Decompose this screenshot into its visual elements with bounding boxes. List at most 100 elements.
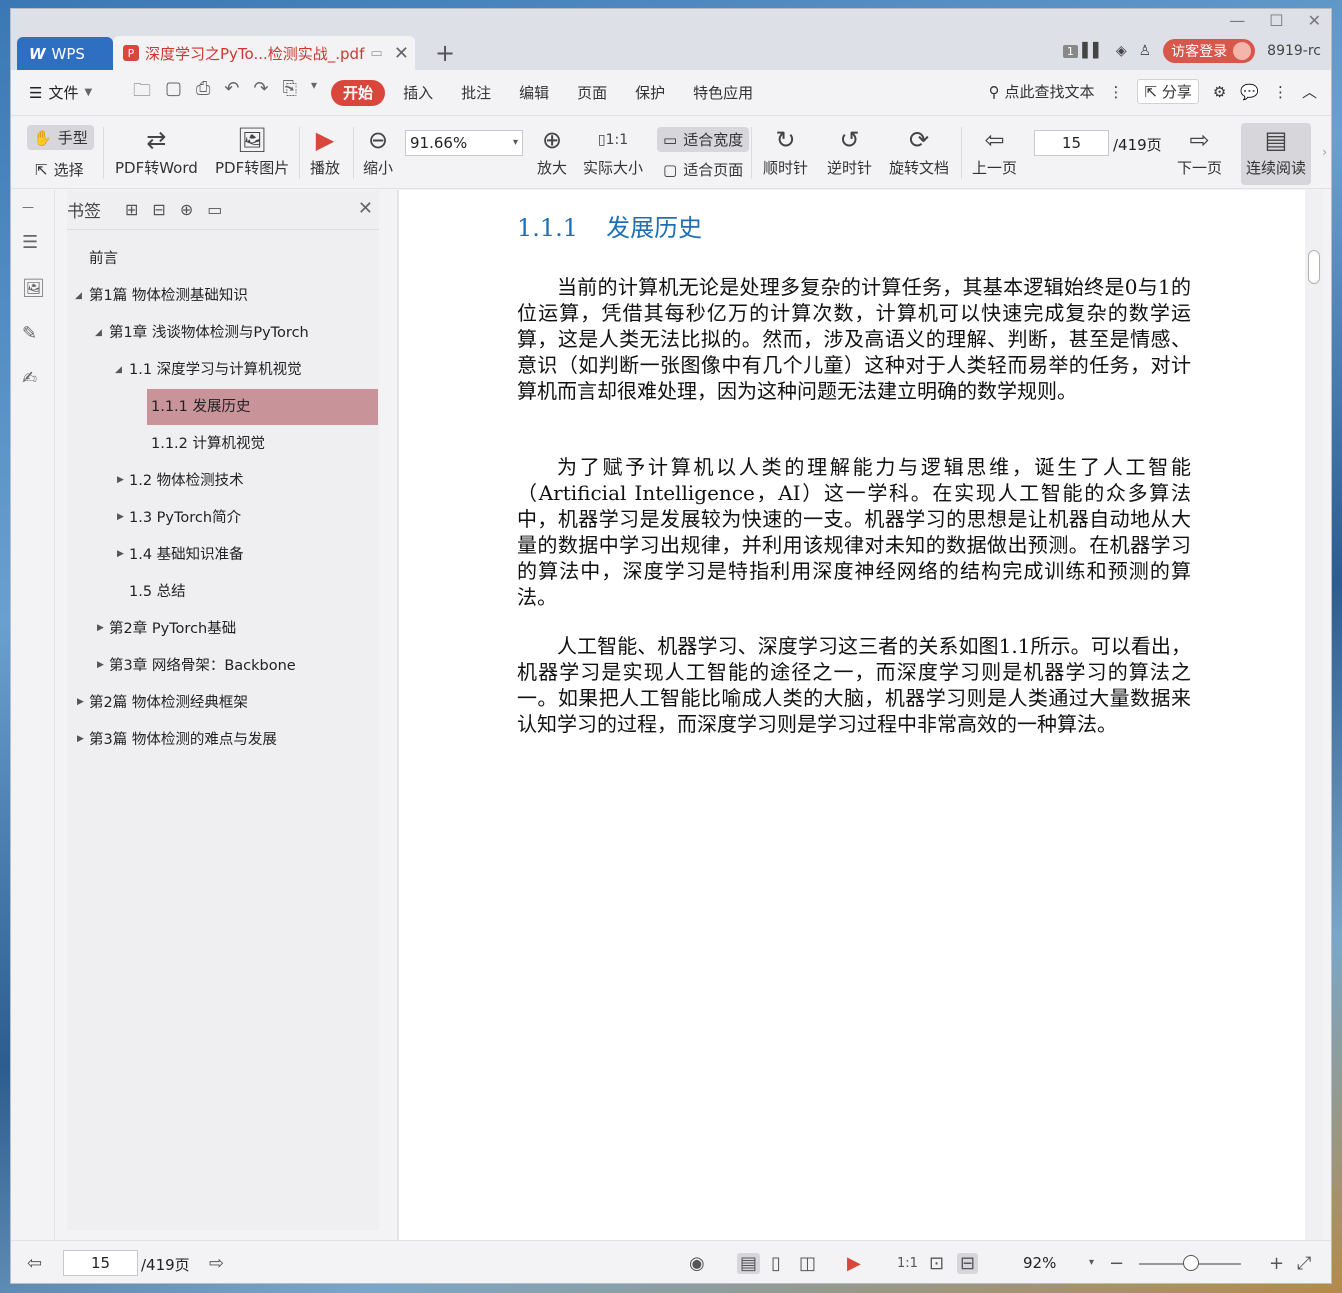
- open-folder-icon[interactable]: 🗀: [133, 78, 151, 108]
- actual-size-icon[interactable]: 1:1: [897, 1256, 918, 1271]
- select-tool-button[interactable]: ⇱ 选择: [35, 159, 84, 180]
- bookmark-item[interactable]: 第2章 PyTorch基础: [109, 611, 236, 647]
- toolbar-scroll-right-icon[interactable]: ›: [1322, 145, 1327, 159]
- status-page-input[interactable]: 15: [63, 1250, 138, 1276]
- redo-icon[interactable]: ↷: [254, 78, 269, 108]
- pdf-to-image-button[interactable]: 🖼 PDF转图片: [215, 123, 289, 178]
- more-chevron-icon[interactable]: ▾: [311, 78, 317, 108]
- collapsed-arrow-icon[interactable]: ▶: [117, 512, 124, 522]
- rotate-clockwise-button[interactable]: ↻ 顺时针: [763, 123, 808, 178]
- collapse-all-icon[interactable]: ⊟: [152, 200, 165, 219]
- bookmark-item[interactable]: 第3章 网络骨架：Backbone: [109, 648, 296, 684]
- bookmark-item[interactable]: 第1篇 物体检测基础知识: [89, 278, 248, 314]
- comment-icon[interactable]: 💬: [1240, 83, 1259, 101]
- bookmark-item[interactable]: 第3篇 物体检测的难点与发展: [89, 722, 277, 758]
- fit-page-button[interactable]: ▢ 适合页面: [663, 159, 743, 180]
- next-page-button[interactable]: ⇨ 下一页: [1177, 123, 1222, 178]
- collapse-ribbon-icon[interactable]: ︿: [1302, 81, 1317, 102]
- fit-page-icon[interactable]: ⊡: [929, 1253, 944, 1274]
- export-icon[interactable]: ⎘: [283, 78, 297, 108]
- expanded-arrow-icon[interactable]: ◢: [95, 328, 102, 338]
- fit-width-button[interactable]: ▭ 适合宽度: [657, 127, 750, 152]
- document-viewport[interactable]: 1.1.1 发展历史 当前的计算机无论是处理多复杂的计算任务，其基本逻辑始终是0与…: [397, 190, 1307, 1240]
- zoom-slider-thumb[interactable]: [1183, 1255, 1199, 1271]
- more-options-icon[interactable]: ⋮: [1273, 83, 1288, 101]
- bookmark-item[interactable]: 1.2 物体检测技术: [129, 463, 244, 499]
- more-vertical-icon[interactable]: ⋮: [1108, 83, 1123, 101]
- undo-icon[interactable]: ↶: [224, 78, 239, 108]
- close-tab-icon[interactable]: ✕: [394, 43, 409, 64]
- bookmark-item[interactable]: 1.4 基础知识准备: [129, 537, 244, 573]
- expand-all-icon[interactable]: ⊞: [125, 200, 138, 219]
- tab-protect[interactable]: 保护: [621, 80, 679, 106]
- new-tab-icon[interactable]: +: [435, 39, 455, 67]
- bookmark-item[interactable]: 1.3 PyTorch简介: [129, 500, 241, 536]
- tab-edit[interactable]: 编辑: [505, 80, 563, 106]
- shirt-icon[interactable]: ♙: [1139, 43, 1152, 59]
- bookmark-item[interactable]: 第1章 浅谈物体检测与PyTorch: [109, 315, 309, 351]
- login-button[interactable]: 访客登录: [1163, 39, 1256, 63]
- tab-document[interactable]: P 深度学习之PyTo...检测实战_.pdf ▭ ✕: [113, 36, 415, 70]
- rotate-counterclockwise-button[interactable]: ↺ 逆时针: [827, 123, 872, 178]
- bookmark-item[interactable]: 1.1.2 计算机视觉: [151, 426, 265, 462]
- share-button[interactable]: ⇱ 分享: [1137, 79, 1199, 104]
- bookmark-item[interactable]: 前言: [89, 241, 118, 277]
- collapsed-arrow-icon[interactable]: ▶: [117, 549, 124, 559]
- bookmark-settings-icon[interactable]: ▭: [207, 200, 222, 219]
- search-button[interactable]: ⚲ 点此查找文本: [989, 81, 1095, 102]
- collapsed-arrow-icon[interactable]: ▶: [77, 697, 84, 707]
- zoom-in-icon[interactable]: +: [1269, 1253, 1284, 1274]
- file-menu[interactable]: ☰ 文件 ▼: [11, 82, 127, 103]
- settings-gear-icon[interactable]: ⚙: [1213, 83, 1226, 101]
- collapsed-arrow-icon[interactable]: ▶: [117, 475, 124, 485]
- tab-page[interactable]: 页面: [563, 80, 621, 106]
- tab-annotate[interactable]: 批注: [447, 80, 505, 106]
- tab-start[interactable]: 开始: [331, 79, 386, 106]
- play-icon[interactable]: ▶: [847, 1253, 861, 1274]
- tab-features[interactable]: 特色应用: [679, 80, 767, 106]
- bookmark-item[interactable]: 1.1 深度学习与计算机视觉: [129, 352, 302, 388]
- bookmark-list-icon[interactable]: ☰: [22, 232, 42, 253]
- close-panel-icon[interactable]: ✕: [358, 198, 373, 219]
- zoom-dropdown-icon[interactable]: ▾: [1089, 1257, 1094, 1268]
- zoom-out-button[interactable]: ⊖ 缩小: [363, 123, 393, 178]
- save-icon[interactable]: ▢: [165, 78, 182, 108]
- signature-icon[interactable]: ✍: [22, 368, 42, 389]
- single-page-icon[interactable]: ▯: [771, 1253, 781, 1274]
- skin-icon[interactable]: ◈: [1116, 43, 1127, 59]
- continuous-view-icon[interactable]: ▤: [737, 1253, 761, 1274]
- prev-page-button[interactable]: ⇦ 上一页: [972, 123, 1017, 178]
- minimize-icon[interactable]: —: [1229, 11, 1245, 30]
- pdf-to-word-button[interactable]: ⇄ PDF转Word: [115, 123, 198, 178]
- zoom-out-icon[interactable]: −: [1109, 1253, 1124, 1274]
- close-window-icon[interactable]: ✕: [1308, 11, 1321, 30]
- play-button[interactable]: ▶ 播放: [310, 123, 340, 178]
- scrollbar-thumb[interactable]: [1308, 250, 1320, 284]
- bookmark-item[interactable]: 第2篇 物体检测经典框架: [89, 685, 248, 721]
- maximize-icon[interactable]: ☐: [1269, 11, 1283, 30]
- fullscreen-icon[interactable]: ⤢: [1297, 1253, 1311, 1274]
- two-page-icon[interactable]: ◫: [799, 1253, 816, 1274]
- page-number-input[interactable]: 15: [1034, 130, 1109, 156]
- expanded-arrow-icon[interactable]: ◢: [75, 291, 82, 301]
- tab-wps-home[interactable]: W WPS: [17, 37, 113, 70]
- next-page-icon[interactable]: ⇨: [209, 1253, 224, 1274]
- hand-tool-button[interactable]: ✋ 手型: [27, 125, 94, 150]
- zoom-select[interactable]: 91.66% ▾: [405, 130, 523, 156]
- add-bookmark-icon[interactable]: ⊕: [180, 200, 193, 219]
- collapsed-arrow-icon[interactable]: ▶: [97, 660, 104, 670]
- annotation-icon[interactable]: ✎: [22, 323, 42, 344]
- collapsed-arrow-icon[interactable]: ▶: [97, 623, 104, 633]
- actual-size-button[interactable]: ▯1:1 实际大小: [583, 123, 643, 178]
- bookmark-item-selected[interactable]: 1.1.1 发展历史: [147, 389, 378, 425]
- tab-insert[interactable]: 插入: [389, 80, 447, 106]
- thumbnail-icon[interactable]: 🖼: [22, 278, 45, 299]
- collapsed-arrow-icon[interactable]: ▶: [77, 734, 84, 744]
- rotate-document-button[interactable]: ⟳ 旋转文档: [889, 123, 949, 178]
- expanded-arrow-icon[interactable]: ◢: [115, 365, 122, 375]
- eye-protection-icon[interactable]: ◉: [689, 1253, 705, 1274]
- fit-width-icon[interactable]: ⊟: [957, 1253, 979, 1274]
- bookmark-item[interactable]: 1.5 总结: [129, 574, 186, 610]
- vertical-scrollbar[interactable]: [1305, 190, 1323, 1240]
- print-icon[interactable]: ⎙: [196, 78, 210, 108]
